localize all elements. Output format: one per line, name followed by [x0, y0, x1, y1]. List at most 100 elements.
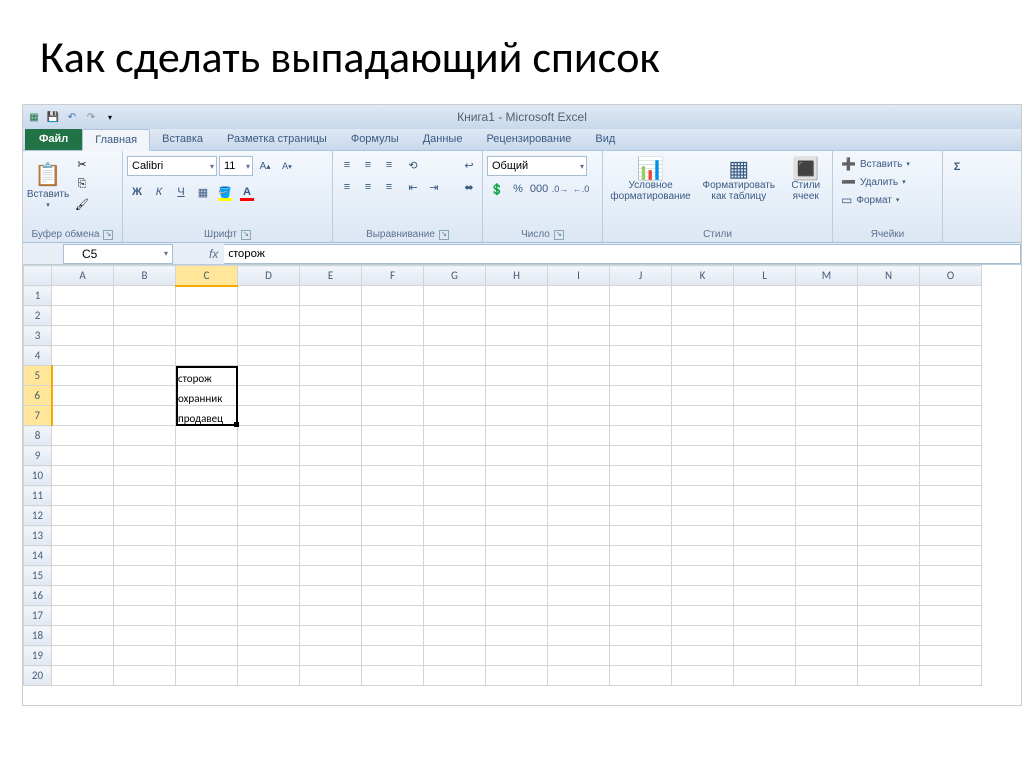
column-header-L[interactable]: L [734, 266, 796, 286]
cell-O19[interactable] [920, 646, 982, 666]
cell-M15[interactable] [796, 566, 858, 586]
cell-E9[interactable] [300, 446, 362, 466]
cell-H14[interactable] [486, 546, 548, 566]
font-name-dropdown[interactable]: Calibri [127, 156, 217, 176]
cell-E8[interactable] [300, 426, 362, 446]
cell-C17[interactable] [176, 606, 238, 626]
cell-N13[interactable] [858, 526, 920, 546]
row-header-8[interactable]: 8 [24, 426, 52, 446]
decrease-font-icon[interactable]: A▾ [277, 156, 297, 176]
row-header-7[interactable]: 7 [24, 406, 52, 426]
cell-E11[interactable] [300, 486, 362, 506]
format-painter-icon[interactable]: 🖌 [73, 195, 91, 213]
cell-M18[interactable] [796, 626, 858, 646]
increase-font-icon[interactable]: A▴ [255, 156, 275, 176]
cell-C20[interactable] [176, 666, 238, 686]
font-size-dropdown[interactable]: 11 [219, 156, 253, 176]
cell-F2[interactable] [362, 306, 424, 326]
cell-E4[interactable] [300, 346, 362, 366]
cell-G13[interactable] [424, 526, 486, 546]
cell-H4[interactable] [486, 346, 548, 366]
cell-L1[interactable] [734, 286, 796, 306]
underline-button[interactable]: Ч [171, 182, 191, 202]
cell-N1[interactable] [858, 286, 920, 306]
cell-N5[interactable] [858, 366, 920, 386]
cell-A5[interactable] [52, 366, 114, 386]
cell-D11[interactable] [238, 486, 300, 506]
cell-L9[interactable] [734, 446, 796, 466]
format-cells-button[interactable]: ▭Формат ▾ [837, 191, 903, 209]
cell-F16[interactable] [362, 586, 424, 606]
cell-I5[interactable] [548, 366, 610, 386]
cell-M2[interactable] [796, 306, 858, 326]
clipboard-launcher-icon[interactable]: ↘ [103, 230, 113, 240]
cell-G10[interactable] [424, 466, 486, 486]
cell-J3[interactable] [610, 326, 672, 346]
cell-A6[interactable] [52, 386, 114, 406]
cell-J14[interactable] [610, 546, 672, 566]
column-header-N[interactable]: N [858, 266, 920, 286]
cell-I12[interactable] [548, 506, 610, 526]
cell-M20[interactable] [796, 666, 858, 686]
cell-E5[interactable] [300, 366, 362, 386]
cell-J13[interactable] [610, 526, 672, 546]
cell-O7[interactable] [920, 406, 982, 426]
wrap-text-icon[interactable]: ↩ [454, 155, 484, 175]
font-launcher-icon[interactable]: ↘ [241, 230, 251, 240]
cell-J10[interactable] [610, 466, 672, 486]
increase-indent-icon[interactable]: ⇥ [424, 177, 444, 197]
cell-C6[interactable]: охранник [176, 386, 238, 406]
cell-L20[interactable] [734, 666, 796, 686]
cell-D10[interactable] [238, 466, 300, 486]
cell-N12[interactable] [858, 506, 920, 526]
orientation-icon[interactable]: ⟲ [403, 155, 423, 175]
cell-C13[interactable] [176, 526, 238, 546]
cell-A9[interactable] [52, 446, 114, 466]
row-header-14[interactable]: 14 [24, 546, 52, 566]
cell-H1[interactable] [486, 286, 548, 306]
cell-E14[interactable] [300, 546, 362, 566]
cell-F3[interactable] [362, 326, 424, 346]
cell-H7[interactable] [486, 406, 548, 426]
cell-F20[interactable] [362, 666, 424, 686]
row-header-17[interactable]: 17 [24, 606, 52, 626]
decrease-decimal-icon[interactable]: ←.0 [571, 179, 591, 199]
cell-H5[interactable] [486, 366, 548, 386]
cell-B12[interactable] [114, 506, 176, 526]
cell-B16[interactable] [114, 586, 176, 606]
cell-C8[interactable] [176, 426, 238, 446]
row-header-1[interactable]: 1 [24, 286, 52, 306]
insert-cells-button[interactable]: ➕Вставить ▾ [837, 155, 914, 173]
cell-O11[interactable] [920, 486, 982, 506]
cell-O8[interactable] [920, 426, 982, 446]
cell-B1[interactable] [114, 286, 176, 306]
cell-I20[interactable] [548, 666, 610, 686]
cell-J20[interactable] [610, 666, 672, 686]
cell-D7[interactable] [238, 406, 300, 426]
cell-N11[interactable] [858, 486, 920, 506]
cell-L7[interactable] [734, 406, 796, 426]
cell-M19[interactable] [796, 646, 858, 666]
cell-N7[interactable] [858, 406, 920, 426]
column-header-G[interactable]: G [424, 266, 486, 286]
cell-K7[interactable] [672, 406, 734, 426]
cell-H2[interactable] [486, 306, 548, 326]
cell-B4[interactable] [114, 346, 176, 366]
row-header-5[interactable]: 5 [24, 366, 52, 386]
cell-E12[interactable] [300, 506, 362, 526]
spreadsheet-grid[interactable]: ABCDEFGHIJKLMNO12345сторож6охранник7прод… [23, 265, 1021, 705]
qat-dropdown-icon[interactable]: ▾ [102, 109, 118, 125]
cell-N10[interactable] [858, 466, 920, 486]
column-header-M[interactable]: M [796, 266, 858, 286]
cell-O2[interactable] [920, 306, 982, 326]
cell-K5[interactable] [672, 366, 734, 386]
cell-N15[interactable] [858, 566, 920, 586]
cell-L3[interactable] [734, 326, 796, 346]
cell-H10[interactable] [486, 466, 548, 486]
cell-O17[interactable] [920, 606, 982, 626]
tab-data[interactable]: Данные [411, 128, 475, 150]
cell-F10[interactable] [362, 466, 424, 486]
cell-F1[interactable] [362, 286, 424, 306]
cell-A17[interactable] [52, 606, 114, 626]
cell-styles-button[interactable]: 🔳 Стили ячеек [783, 153, 828, 202]
